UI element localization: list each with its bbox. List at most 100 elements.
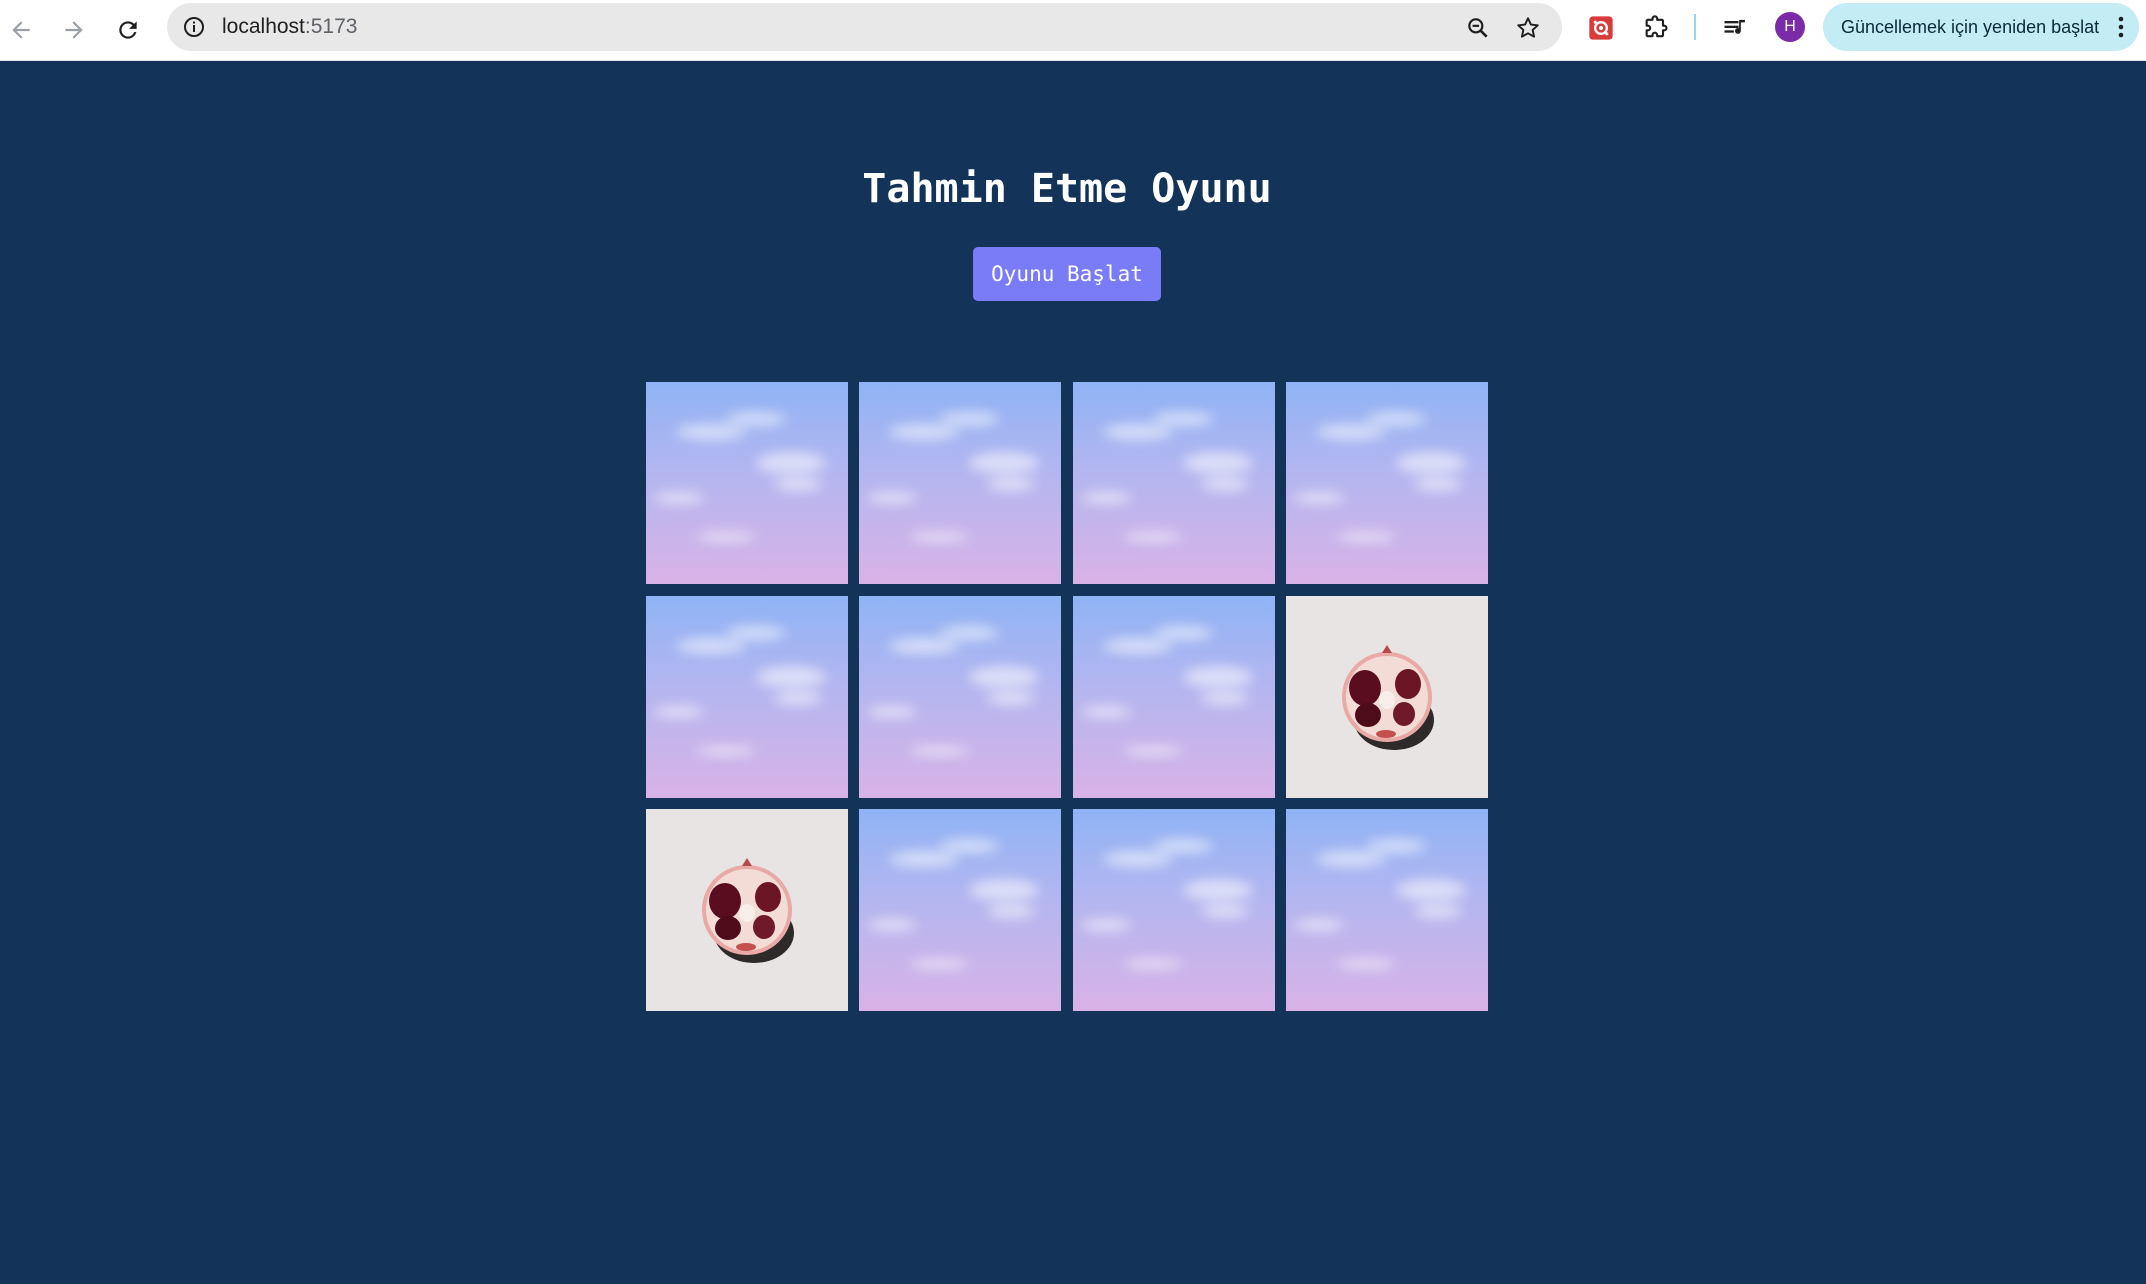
cloud-decoration — [1081, 706, 1131, 718]
cloud-decoration — [969, 879, 1039, 901]
cloud-decoration — [1103, 638, 1173, 654]
cloud-decoration — [969, 452, 1039, 474]
cloud-decoration — [889, 424, 959, 440]
cloud-decoration — [987, 904, 1035, 918]
memory-card-face-down[interactable] — [1073, 596, 1275, 798]
cloud-decoration — [939, 626, 999, 640]
cloud-decoration — [1366, 412, 1426, 426]
cloud-decoration — [1316, 424, 1386, 440]
back-button[interactable] — [0, 9, 42, 51]
start-game-button[interactable]: Oyunu Başlat — [973, 247, 1161, 301]
bookmark-star-icon[interactable] — [1514, 14, 1542, 42]
arrow-left-icon — [12, 21, 30, 39]
cloud-decoration — [1153, 626, 1213, 640]
zoom-icon[interactable] — [1464, 14, 1492, 42]
cloud-decoration — [696, 746, 756, 756]
cloud-decoration — [1123, 746, 1183, 756]
cloud-decoration — [1396, 879, 1466, 901]
browser-toolbar: localhost:5173 H Güncellemek için yenide… — [0, 0, 2146, 61]
url-port: :5173 — [304, 15, 358, 38]
cloud-decoration — [1201, 477, 1249, 491]
toolbar-separator — [1694, 14, 1696, 40]
memory-card-face-down[interactable] — [1286, 809, 1488, 1011]
memory-card-face-down[interactable] — [646, 382, 848, 584]
cloud-decoration — [756, 666, 826, 688]
url-text: localhost:5173 — [222, 3, 357, 51]
cloud-decoration — [939, 412, 999, 426]
cloud-decoration — [1153, 839, 1213, 853]
cloud-decoration — [756, 452, 826, 474]
cloud-decoration — [1183, 879, 1253, 901]
cloud-decoration — [1103, 851, 1173, 867]
cloud-decoration — [1414, 477, 1462, 491]
address-bar[interactable]: localhost:5173 — [167, 3, 1562, 51]
cloud-decoration — [867, 706, 917, 718]
cloud-decoration — [889, 638, 959, 654]
memory-card-face-down[interactable] — [1073, 382, 1275, 584]
cloud-decoration — [987, 477, 1035, 491]
cloud-decoration — [1294, 919, 1344, 931]
page-title: Tahmin Etme Oyunu — [862, 166, 1272, 212]
cloud-decoration — [1183, 666, 1253, 688]
cloud-decoration — [1336, 959, 1396, 969]
cloud-decoration — [1081, 919, 1131, 931]
cloud-decoration — [1123, 532, 1183, 542]
memory-card-face-up[interactable] — [1286, 596, 1488, 798]
cloud-decoration — [774, 477, 822, 491]
cloud-decoration — [726, 626, 786, 640]
cloud-decoration — [867, 919, 917, 931]
memory-card-face-down[interactable] — [1073, 809, 1275, 1011]
cloud-decoration — [696, 532, 756, 542]
cloud-decoration — [654, 492, 704, 504]
cloud-decoration — [1336, 532, 1396, 542]
url-host: localhost — [222, 15, 305, 38]
cloud-decoration — [1153, 412, 1213, 426]
cloud-decoration — [909, 959, 969, 969]
memory-card-face-down[interactable] — [646, 596, 848, 798]
cloud-decoration — [969, 666, 1039, 688]
cloud-decoration — [909, 532, 969, 542]
site-info-icon[interactable] — [181, 14, 207, 40]
cloud-decoration — [1201, 691, 1249, 705]
cloud-decoration — [1316, 851, 1386, 867]
card-grid — [646, 382, 1488, 1011]
cloud-decoration — [1081, 492, 1131, 504]
cloud-decoration — [654, 706, 704, 718]
profile-avatar[interactable]: H — [1775, 12, 1805, 42]
media-controls-icon[interactable] — [1718, 11, 1752, 45]
cloud-decoration — [1123, 959, 1183, 969]
update-relaunch-button[interactable]: Güncellemek için yeniden başlat — [1823, 3, 2139, 51]
page-content: Tahmin Etme Oyunu Oyunu Başlat — [0, 61, 2146, 1284]
memory-card-face-down[interactable] — [859, 809, 1061, 1011]
cloud-decoration — [909, 746, 969, 756]
pomegranate-icon — [1342, 645, 1434, 750]
memory-card-face-up[interactable] — [646, 809, 848, 1011]
cloud-decoration — [987, 691, 1035, 705]
reload-button[interactable] — [107, 9, 149, 51]
extension-icon[interactable] — [1584, 11, 1618, 45]
pomegranate-icon — [702, 858, 794, 963]
cloud-decoration — [939, 839, 999, 853]
cloud-decoration — [867, 492, 917, 504]
cloud-decoration — [1294, 492, 1344, 504]
cloud-decoration — [1366, 839, 1426, 853]
cloud-decoration — [1201, 904, 1249, 918]
extensions-puzzle-icon[interactable] — [1639, 11, 1673, 45]
cloud-decoration — [1103, 424, 1173, 440]
memory-card-face-down[interactable] — [859, 596, 1061, 798]
cloud-decoration — [1414, 904, 1462, 918]
more-menu-icon[interactable] — [2117, 15, 2125, 39]
reload-icon — [119, 21, 137, 39]
memory-card-face-down[interactable] — [1286, 382, 1488, 584]
arrow-right-icon — [65, 21, 83, 39]
cloud-decoration — [774, 691, 822, 705]
cloud-decoration — [1183, 452, 1253, 474]
memory-card-face-down[interactable] — [859, 382, 1061, 584]
forward-button[interactable] — [53, 9, 95, 51]
cloud-decoration — [889, 851, 959, 867]
cloud-decoration — [1396, 452, 1466, 474]
cloud-decoration — [676, 424, 746, 440]
update-relaunch-label: Güncellemek için yeniden başlat — [1841, 17, 2100, 37]
cloud-decoration — [676, 638, 746, 654]
cloud-decoration — [726, 412, 786, 426]
